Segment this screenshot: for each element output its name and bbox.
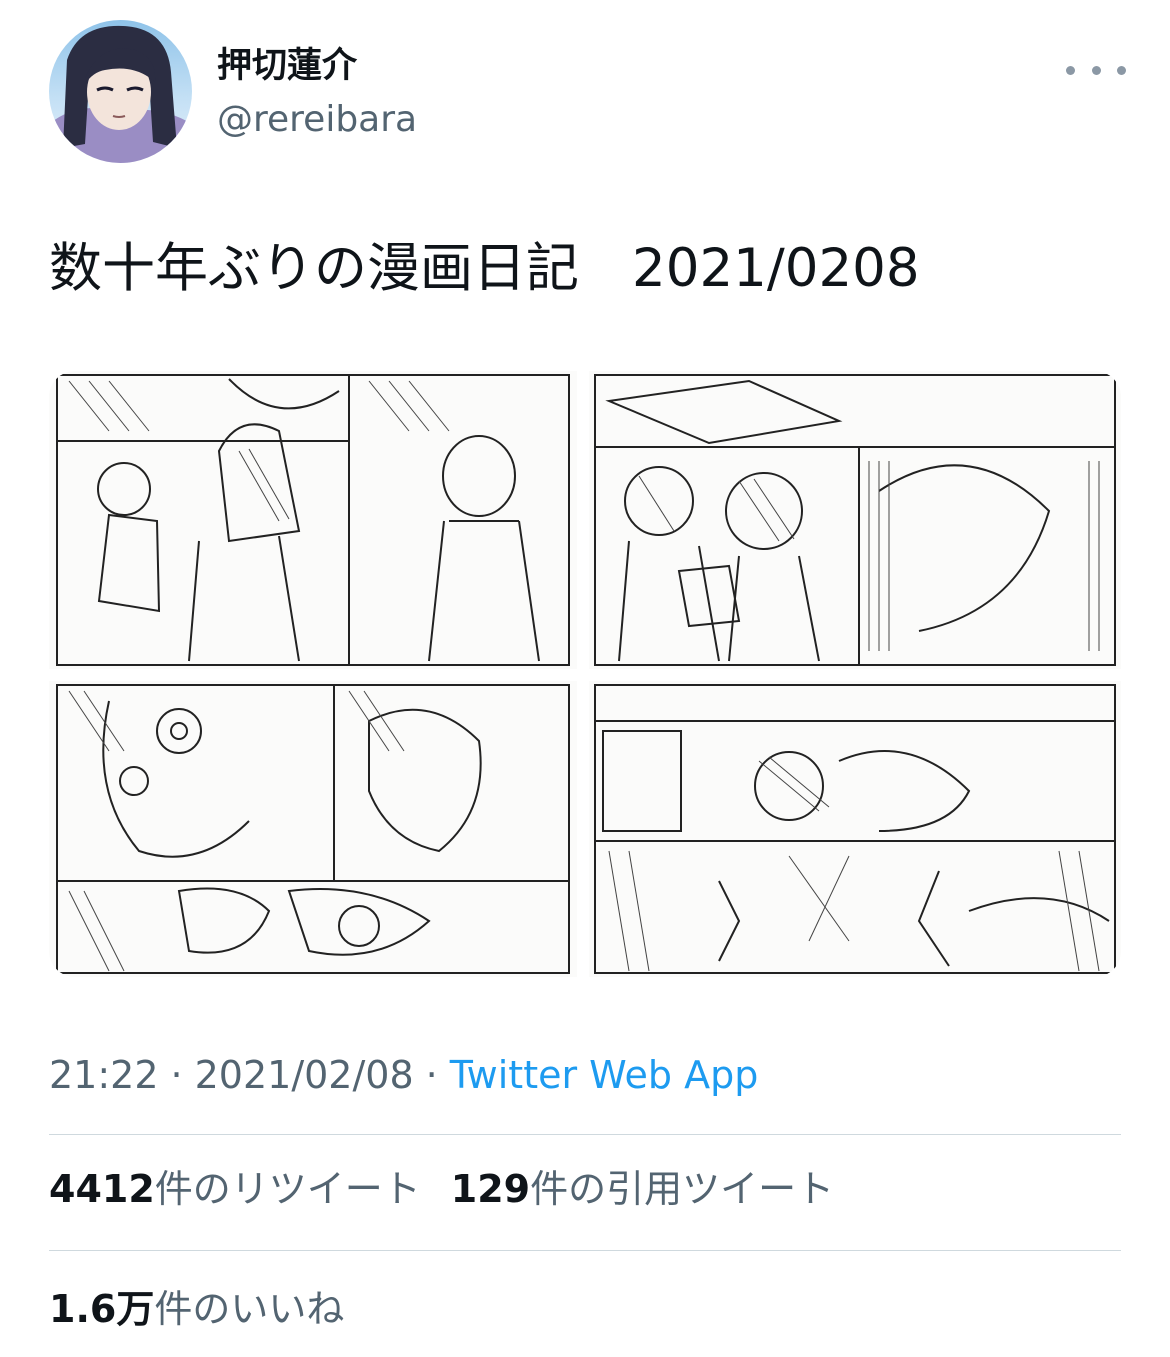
manga-panel-1[interactable] [49,371,577,669]
manga-panel-2[interactable] [589,371,1121,669]
more-dot [1066,65,1075,75]
manga-drawing-icon [594,684,1116,974]
meta-separator: · [425,1053,438,1097]
like-count: 1.6万 [49,1287,155,1331]
retweets-link[interactable]: 4412件のリツイート [49,1167,421,1211]
manga-drawing-icon [56,374,570,666]
quote-label: 件の引用ツイート [530,1167,835,1211]
author-display-name[interactable]: 押切蓮介 [217,44,357,88]
retweet-count: 4412 [49,1167,155,1211]
divider [49,1134,1121,1135]
manga-drawing-icon [594,374,1116,666]
manga-panel-3[interactable] [49,681,577,977]
tweet-time[interactable]: 21:22 [49,1053,159,1097]
tweet-source-link[interactable]: Twitter Web App [450,1053,759,1097]
like-label: 件のいいね [154,1287,345,1331]
retweet-label: 件のリツイート [154,1167,421,1211]
more-options-icon[interactable] [1066,58,1126,82]
engagement-stats: 4412件のリツイート 129件の引用ツイート [49,1165,834,1213]
manga-girl-avatar-icon [49,25,192,163]
author-handle[interactable]: @rereibara [217,98,417,142]
quote-count: 129 [450,1167,531,1211]
manga-panel-4[interactable] [589,681,1121,977]
tweet-text: 数十年ぶりの漫画日記 2021/0208 [49,238,920,299]
likes-stats: 1.6万件のいいね [49,1285,344,1333]
more-dot [1091,65,1101,75]
tweet-metadata: 21:22 · 2021/02/08 · Twitter Web App [49,1051,758,1099]
media-grid[interactable] [49,371,1121,977]
manga-drawing-icon [56,684,570,974]
meta-separator: · [170,1053,183,1097]
divider [49,1250,1121,1251]
tweet-date[interactable]: 2021/02/08 [195,1053,414,1097]
avatar[interactable] [49,20,192,163]
more-dot [1117,65,1126,75]
quotes-link[interactable]: 129件の引用ツイート [451,1167,834,1211]
likes-link[interactable]: 1.6万件のいいね [49,1287,344,1331]
